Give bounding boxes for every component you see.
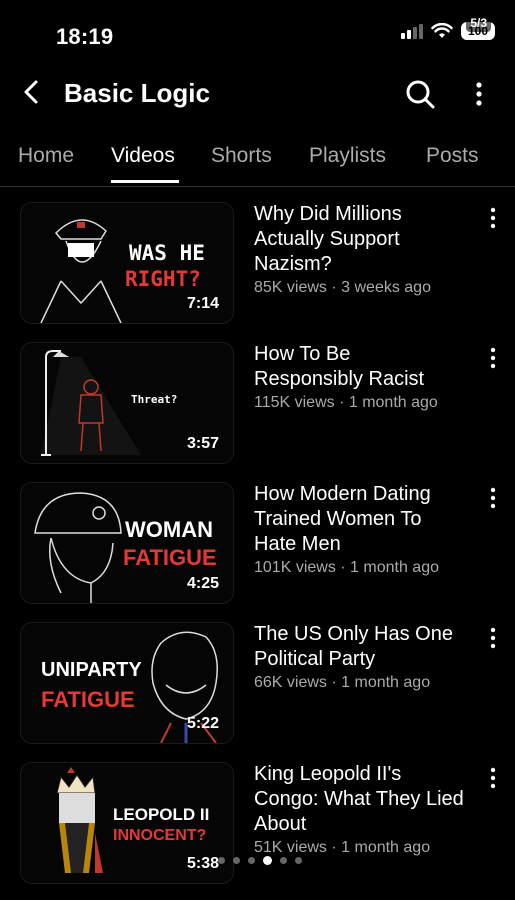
video-thumbnail[interactable]: UNIPARTY FATIGUE 5:22 (20, 622, 234, 744)
video-stats: 101K views · 1 month ago (254, 559, 439, 576)
status-bar: 18:19 100 5/3 (0, 0, 515, 68)
video-meta: King Leopold II's Congo: What They Lied … (254, 762, 464, 857)
video-meta: Why Did Millions Actually Support Nazism… (254, 202, 464, 297)
video-more-icon[interactable] (486, 206, 500, 230)
back-arrow-icon[interactable] (18, 78, 46, 106)
page-dot (218, 857, 225, 864)
video-more-icon[interactable] (486, 346, 500, 370)
channel-tabs: Home Videos Shorts Playlists Posts (0, 130, 515, 187)
thumbnail-text-1: WOMAN (125, 517, 213, 542)
video-title[interactable]: Why Did Millions Actually Support Nazism… (254, 202, 464, 277)
active-tab-indicator (111, 180, 179, 183)
video-meta: How Modern Dating Trained Women To Hate … (254, 482, 464, 577)
video-item[interactable]: LEOPOLD II INNOCENT? 5:38 King Leopold I… (0, 748, 515, 888)
thumbnail-text-1: UNIPARTY (41, 659, 142, 681)
page-indicator-dots (218, 856, 302, 865)
video-item[interactable]: UNIPARTY FATIGUE 5:22 The US Only Has On… (0, 608, 515, 748)
cellular-signal-icon (401, 23, 423, 39)
video-thumbnail[interactable]: WAS HE RIGHT? 7:14 (20, 202, 234, 324)
video-meta: The US Only Has One Political Party 66K … (254, 622, 464, 692)
search-icon[interactable] (404, 78, 436, 110)
video-duration: 7:14 (186, 295, 219, 312)
page-dot-active (263, 856, 272, 865)
thumbnail-text-2: RIGHT? (125, 267, 201, 291)
video-item[interactable]: Threat? 3:57 How To Be Responsibly Racis… (0, 328, 515, 468)
image-counter: 5/3 (466, 14, 491, 32)
thumbnail-text-1: Threat? (131, 393, 178, 406)
video-title[interactable]: How Modern Dating Trained Women To Hate … (254, 482, 464, 557)
video-title[interactable]: King Leopold II's Congo: What They Lied … (254, 762, 464, 837)
page-dot (248, 857, 255, 864)
channel-title: Basic Logic (64, 78, 210, 108)
video-stats: 66K views · 1 month ago (254, 674, 431, 691)
video-meta: How To Be Responsibly Racist 115K views … (254, 342, 464, 412)
video-duration: 4:25 (186, 575, 219, 592)
video-stats: 85K views · 3 weeks ago (254, 279, 431, 296)
status-time: 18:19 (56, 24, 114, 49)
channel-header: Basic Logic (0, 68, 515, 124)
tab-shorts[interactable]: Shorts (211, 144, 272, 168)
tab-videos[interactable]: Videos (111, 144, 175, 168)
thumbnail-text-2: FATIGUE (123, 545, 217, 570)
video-duration: 5:38 (186, 855, 219, 872)
tab-posts[interactable]: Posts (426, 144, 479, 168)
tab-playlists[interactable]: Playlists (309, 144, 386, 168)
thumbnail-text-2: FATIGUE (41, 687, 135, 712)
video-more-icon[interactable] (486, 766, 500, 790)
video-stats: 115K views · 1 month ago (254, 394, 438, 411)
thumbnail-text-2: INNOCENT? (113, 827, 207, 844)
page-dot (280, 857, 287, 864)
wifi-icon (431, 23, 453, 38)
more-options-icon[interactable] (470, 80, 488, 108)
video-duration: 3:57 (186, 435, 219, 452)
video-thumbnail[interactable]: LEOPOLD II INNOCENT? 5:38 (20, 762, 234, 884)
page-dot (233, 857, 240, 864)
video-item[interactable]: WOMAN FATIGUE 4:25 How Modern Dating Tra… (0, 468, 515, 608)
video-more-icon[interactable] (486, 486, 500, 510)
video-thumbnail[interactable]: Threat? 3:57 (20, 342, 234, 464)
page-dot (295, 857, 302, 864)
video-more-icon[interactable] (486, 626, 500, 650)
tab-home[interactable]: Home (18, 144, 74, 168)
video-item[interactable]: WAS HE RIGHT? 7:14 Why Did Millions Actu… (0, 188, 515, 328)
video-title[interactable]: The US Only Has One Political Party (254, 622, 464, 672)
video-stats: 51K views · 1 month ago (254, 839, 431, 856)
thumbnail-text-1: LEOPOLD II (113, 805, 210, 824)
video-thumbnail[interactable]: WOMAN FATIGUE 4:25 (20, 482, 234, 604)
thumbnail-text-1: WAS HE (129, 241, 205, 265)
video-title[interactable]: How To Be Responsibly Racist (254, 342, 464, 392)
video-duration: 5:22 (186, 715, 219, 732)
